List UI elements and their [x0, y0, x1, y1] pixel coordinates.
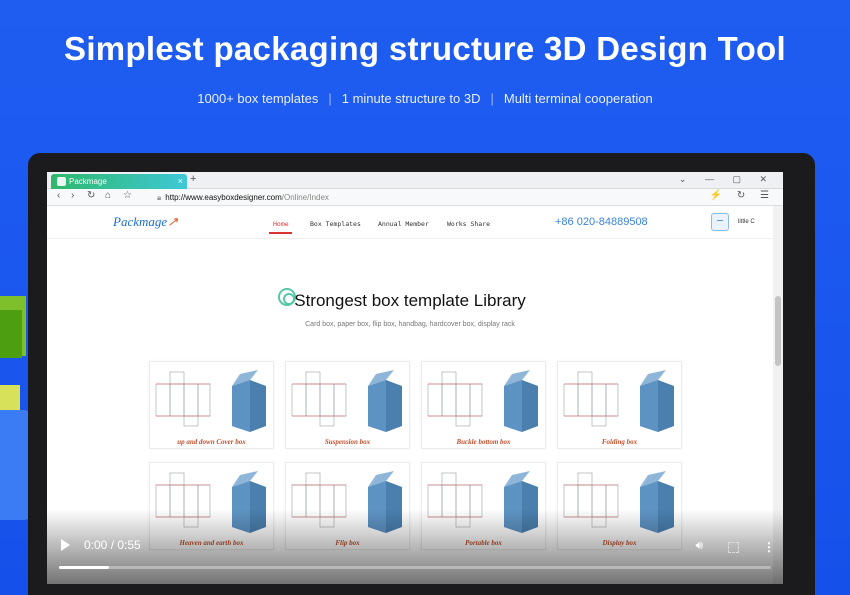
tab-close-icon[interactable]: × — [178, 174, 183, 189]
feature-cooperation: Multi terminal cooperation — [503, 91, 653, 106]
nav-annual-member[interactable]: Annual Member — [378, 220, 429, 228]
feature-structure: 1 minute structure to 3D — [341, 91, 481, 106]
feature-templates: 1000+ box templates — [197, 91, 319, 106]
site-logo[interactable]: Packmage↗ — [113, 214, 178, 230]
dieline-illustration — [155, 370, 266, 432]
new-tab-icon[interactable]: + — [190, 173, 196, 185]
template-card-label: Suspension box — [324, 438, 371, 446]
feature-separator: | — [490, 91, 494, 106]
play-icon[interactable] — [61, 539, 70, 551]
template-card[interactable]: Folding box — [557, 361, 682, 449]
back-icon[interactable]: ‹ — [57, 190, 60, 201]
browser-address-bar: ‹ › ↻ ⌂ ☆ 🔒︎ http://www.easyboxdesigner.c… — [47, 189, 783, 206]
decorative-blue-box — [0, 410, 30, 520]
template-card-label: up and down Cover box — [177, 438, 246, 446]
video-controls-overlay — [47, 509, 783, 584]
template-card-label: Buckle bottom box — [456, 438, 511, 446]
dieline-illustration — [427, 370, 538, 432]
decorative-green-box-shade — [0, 310, 22, 358]
logo-text: Packmage — [113, 214, 168, 229]
browser-tab[interactable]: Packmage × — [51, 174, 187, 189]
nav-active-underline — [269, 232, 292, 234]
reload-icon[interactable]: ↻ — [87, 190, 95, 201]
tab-title: Packmage — [69, 177, 107, 186]
bookmark-icon[interactable]: ☆ — [123, 190, 132, 201]
logo-accent: ↗ — [167, 214, 179, 229]
browser-tabbar: Packmage × + ⌄ — ▢ ✕ — [47, 172, 783, 189]
nav-works-share[interactable]: Works Share — [447, 220, 490, 228]
video-player[interactable]: Packmage × + ⌄ — ▢ ✕ ‹ › ↻ ⌂ ☆ 🔒︎ http://… — [47, 172, 783, 584]
window-controls[interactable]: ⌄ — ▢ ✕ — [679, 174, 775, 185]
template-card[interactable]: Suspension box — [285, 361, 410, 449]
feature-separator: | — [328, 91, 332, 106]
template-card[interactable]: up and down Cover box — [149, 361, 274, 449]
video-progress-bar[interactable] — [59, 566, 771, 569]
section-subtitle: Card box, paper box, flip box, handbag, … — [305, 321, 515, 328]
section-title: Strongest box template Library — [294, 291, 526, 310]
nav-box-templates[interactable]: Box Templates — [310, 220, 361, 228]
hero-features: 1000+ box templates | 1 minute structure t… — [0, 91, 850, 106]
volume-icon[interactable]: 🔊︎ — [695, 538, 703, 553]
video-time: 0:00 / 0:55 — [84, 538, 141, 552]
avatar[interactable] — [711, 213, 729, 231]
dieline-illustration — [291, 370, 402, 432]
more-options-icon[interactable]: ⋮ — [763, 540, 775, 554]
fullscreen-icon[interactable] — [728, 542, 739, 553]
lock-icon: 🔒︎ — [157, 193, 162, 202]
scroll-thumb[interactable] — [775, 296, 781, 366]
site-header: Packmage↗ Home Box Templates Annual Memb… — [47, 206, 773, 239]
video-progress-fill — [59, 566, 109, 569]
hero-title: Simplest packaging structure 3D Design T… — [64, 30, 786, 67]
template-card[interactable]: Buckle bottom box — [421, 361, 546, 449]
browser-toolbar-icons[interactable]: ⚡ ↻ ☰ — [710, 190, 775, 201]
phone-number: +86 020-84889508 — [555, 216, 648, 228]
forward-icon[interactable]: › — [71, 190, 74, 201]
username[interactable]: little C — [738, 219, 755, 225]
favicon-icon — [57, 177, 66, 186]
template-card-label: Folding box — [601, 438, 638, 446]
nav-home[interactable]: Home — [273, 220, 289, 228]
home-icon[interactable]: ⌂ — [105, 190, 111, 201]
url-input[interactable]: 🔒︎ http://www.easyboxdesigner.com/Online/… — [157, 191, 707, 204]
dieline-illustration — [563, 370, 674, 432]
